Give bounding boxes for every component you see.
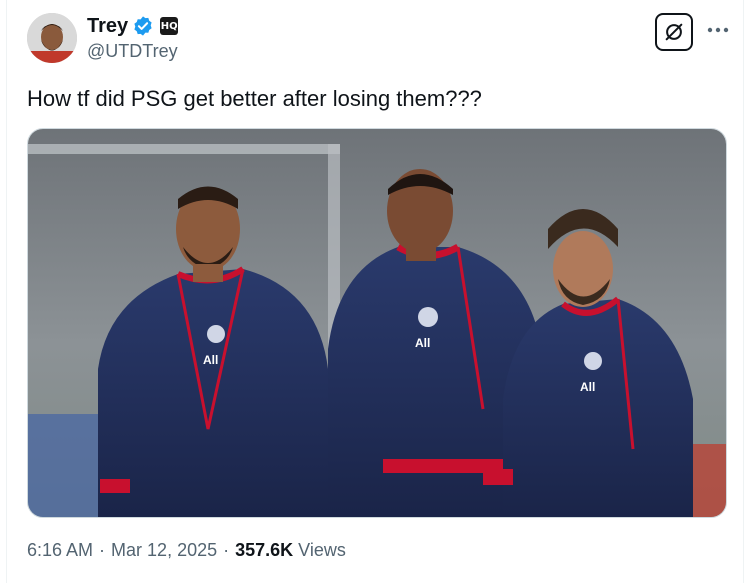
sponsor-text-middle: All [415,336,430,350]
tweet-text: How tf did PSG get better after losing t… [27,86,482,111]
sponsor-text-right: All [580,380,595,394]
views-count[interactable]: 357.6K [235,540,293,561]
tweet-media-photo[interactable]: All All All [27,128,727,518]
affiliation-badge-icon[interactable]: HQ [160,17,179,35]
meta-separator: · [99,540,106,560]
photo-illustration: All All All [28,129,726,517]
author-display-name[interactable]: Trey [87,15,128,38]
tweet-date[interactable]: Mar 12, 2025 [111,540,217,561]
views-label[interactable]: Views [298,540,346,561]
tweet-meta: 6:16 AM · Mar 12, 2025 · 357.6K Views [27,540,346,561]
more-icon [707,27,729,33]
verified-badge-icon [134,16,152,36]
grok-button[interactable] [655,13,693,51]
grok-icon [665,23,683,41]
tweet-time[interactable]: 6:16 AM [27,540,93,561]
tweet-card: Trey HQ @UTDTrey How tf did PSG get bett… [6,0,744,583]
author-handle[interactable]: @UTDTrey [87,41,178,62]
more-button[interactable] [703,18,733,42]
author-avatar[interactable] [27,13,77,63]
meta-separator: · [223,540,230,560]
sponsor-text-left: All [203,353,218,367]
author-name-row: Trey HQ [87,13,179,39]
